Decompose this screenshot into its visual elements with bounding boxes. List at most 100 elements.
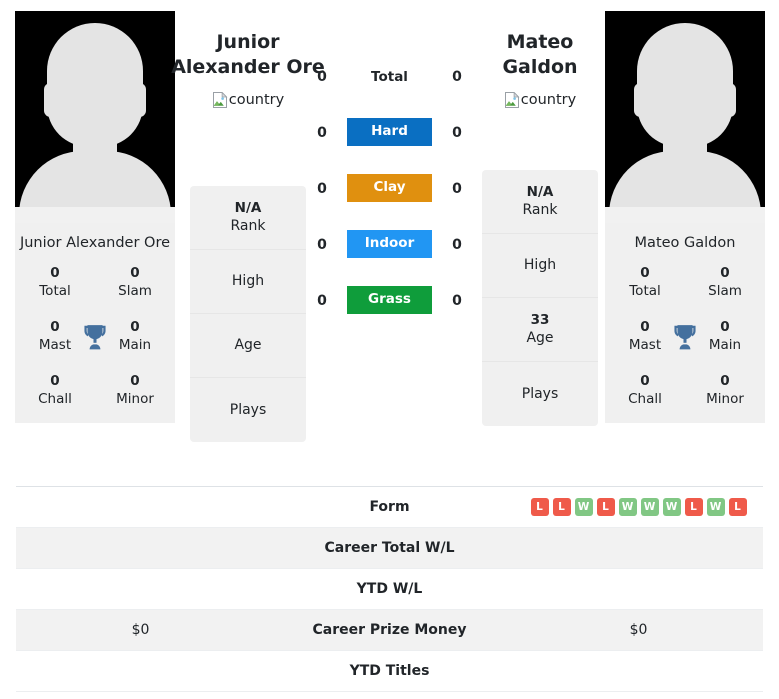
surface-badge-clay: Clay	[347, 174, 432, 202]
player-comparison-page: Junior Alexander Ore 0 Total 0 Slam 0 Ma…	[0, 0, 779, 699]
row-right-value: LLWLWWWLWL	[514, 498, 763, 516]
form-badge-l[interactable]: L	[552, 498, 571, 516]
table-row: Career Total W/L	[16, 528, 763, 569]
row-label: Form	[369, 499, 410, 515]
surface-left-value: 0	[317, 125, 327, 141]
title-cell-total: 0 Total	[15, 265, 95, 301]
broken-image-icon	[504, 91, 520, 108]
right-player-titles-panel: Mateo Galdon 0 Total 0 Slam 0 Mast 0 Mai…	[605, 223, 765, 423]
form-badge-w[interactable]: W	[706, 498, 725, 516]
title-label: Chall	[38, 391, 72, 407]
info-label: Plays	[229, 401, 267, 418]
right-player-column: Mateo Galdon 0 Total 0 Slam 0 Mast 0 Mai…	[605, 11, 765, 423]
left-player-info-card: N/A Rank High Age Plays	[190, 186, 306, 442]
surface-right-value: 0	[452, 237, 462, 253]
title-label: Total	[39, 283, 71, 299]
right-player-country-alt: country	[520, 92, 577, 108]
title-value: 0	[720, 265, 730, 281]
form-badge-w[interactable]: W	[574, 498, 593, 516]
form-badge-l[interactable]: L	[728, 498, 747, 516]
title-value: 0	[130, 373, 140, 389]
form-badge-w[interactable]: W	[662, 498, 681, 516]
surface-left-value: 0	[317, 181, 327, 197]
info-label: Rank	[230, 218, 266, 234]
surface-row-hard: 0 Hard 0	[309, 118, 470, 174]
trophy-icon	[82, 323, 108, 351]
title-value: 0	[640, 373, 650, 389]
info-cell-high: High	[482, 234, 598, 298]
info-label: Rank	[522, 202, 558, 218]
title-label: Slam	[708, 283, 742, 299]
title-cell-chall: 0 Chall	[15, 373, 95, 409]
info-label: Plays	[521, 385, 559, 402]
title-value: 0	[50, 265, 60, 281]
surface-left-value: 0	[317, 237, 327, 253]
info-cell-plays: Plays	[190, 378, 306, 442]
surface-row-grass: 0 Grass 0	[309, 286, 470, 342]
surface-left-value: 0	[317, 69, 327, 85]
avatar-ear-right-icon	[133, 83, 146, 117]
form-badge-l[interactable]: L	[530, 498, 549, 516]
right-player-info-card: N/A Rank High 33 Age Plays	[482, 170, 598, 426]
left-player-name-line1: Junior	[216, 31, 280, 53]
surface-badge-grass: Grass	[347, 286, 432, 314]
surface-row-total: 0 Total 0	[309, 62, 470, 118]
info-value: N/A	[526, 184, 554, 200]
form-badge-l[interactable]: L	[684, 498, 703, 516]
left-player-titles-panel: Junior Alexander Ore 0 Total 0 Slam 0 Ma…	[15, 223, 175, 423]
comparison-header-area: Junior Alexander Ore 0 Total 0 Slam 0 Ma…	[0, 0, 779, 486]
row-label: Career Total W/L	[324, 540, 455, 556]
row-left-value: $0	[131, 622, 150, 638]
form-badge-l[interactable]: L	[596, 498, 615, 516]
title-cell-chall: 0 Chall	[605, 373, 685, 409]
title-value: 0	[720, 373, 730, 389]
avatar-ear-right-icon	[723, 83, 736, 117]
title-label: Minor	[116, 391, 154, 407]
title-cell-slam: 0 Slam	[685, 265, 765, 301]
avatar-ear-left-icon	[634, 83, 647, 117]
right-player-country: country	[450, 91, 630, 108]
right-form-badges: LLWLWWWLWL	[530, 498, 747, 516]
avatar-floor-icon	[15, 207, 175, 223]
surface-label: Total	[371, 69, 408, 85]
surface-right-value: 0	[452, 125, 462, 141]
title-label: Chall	[628, 391, 662, 407]
surface-right-value: 0	[452, 293, 462, 309]
left-player-column: Junior Alexander Ore 0 Total 0 Slam 0 Ma…	[15, 11, 175, 423]
info-cell-plays: Plays	[482, 362, 598, 426]
info-cell-high: High	[190, 250, 306, 314]
avatar-ear-left-icon	[44, 83, 57, 117]
title-cell-total: 0 Total	[605, 265, 685, 301]
info-label: Age	[234, 337, 262, 353]
info-label: Age	[526, 330, 554, 346]
info-cell-age: 33 Age	[482, 298, 598, 362]
left-titles-grid: 0 Total 0 Slam 0 Mast 0 Main 0 Chall 0 M…	[15, 265, 175, 409]
row-label: YTD W/L	[356, 581, 423, 597]
info-cell-rank: N/A Rank	[482, 170, 598, 234]
surface-badge-hard: Hard	[347, 118, 432, 146]
form-badge-w[interactable]: W	[640, 498, 659, 516]
surface-left-value: 0	[317, 293, 327, 309]
surface-row-clay: 0 Clay 0	[309, 174, 470, 230]
left-player-photo	[15, 11, 175, 223]
surface-stats-column: 0 Total 0 0 Hard 0 0 Clay 0 0 Indoor 0 0	[309, 62, 470, 342]
right-player-name-line1: Mateo	[506, 31, 574, 53]
title-label: Total	[629, 283, 661, 299]
title-value: 0	[130, 265, 140, 281]
form-badge-w[interactable]: W	[618, 498, 637, 516]
right-player-name-line2: Galdon	[502, 56, 578, 78]
title-cell-minor: 0 Minor	[685, 373, 765, 409]
title-cell-slam: 0 Slam	[95, 265, 175, 301]
left-player-country-alt: country	[228, 92, 285, 108]
info-value: 33	[530, 312, 550, 328]
right-player-photo	[605, 11, 765, 223]
title-value: 0	[640, 265, 650, 281]
broken-image-icon	[212, 91, 228, 108]
surface-row-indoor: 0 Indoor 0	[309, 230, 470, 286]
info-cell-age: Age	[190, 314, 306, 378]
row-label: Career Prize Money	[312, 622, 467, 638]
table-row: YTD W/L	[16, 569, 763, 610]
table-row: Form LLWLWWWLWL	[16, 487, 763, 528]
info-label: High	[231, 273, 265, 289]
title-label: Minor	[706, 391, 744, 407]
